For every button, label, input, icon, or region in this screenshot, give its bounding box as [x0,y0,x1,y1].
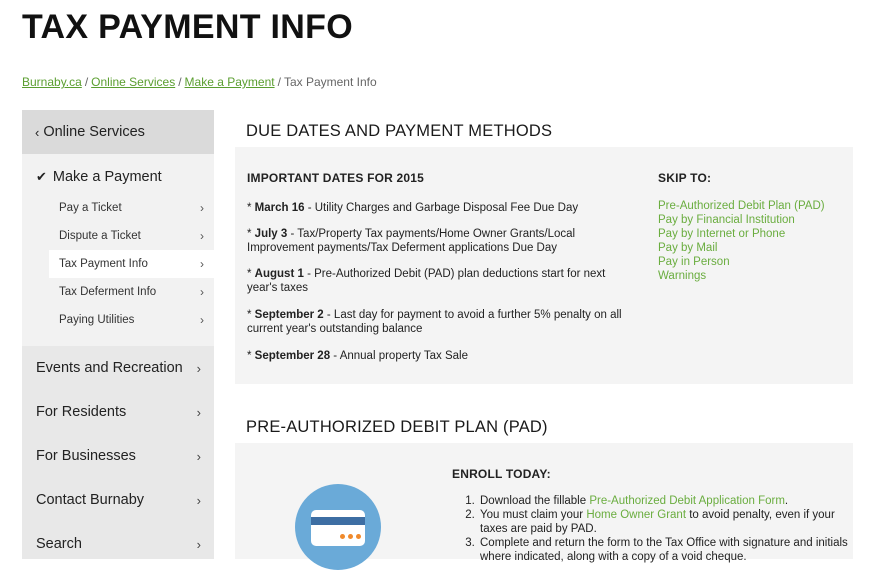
sidebar-item-label: For Businesses [36,448,136,464]
sidebar-back-label: Online Services [43,124,145,140]
enroll-heading: ENROLL TODAY: [452,467,551,481]
breadcrumb-separator: / [84,75,89,89]
breadcrumb-link-make-a-payment[interactable]: Make a Payment [185,75,275,89]
breadcrumb: Burnaby.ca / Online Services / Make a Paymen… [22,75,377,89]
credit-card-graphic [311,510,365,546]
date-entry: * March 16 - Utility Charges and Garbage… [247,202,579,214]
date-description: - Annual property Tax Sale [330,350,468,362]
sidebar-item-label: For Residents [36,404,127,420]
enroll-step: You must claim your Home Owner Grant to … [478,508,848,536]
card-dot [356,534,361,539]
step-text: You must claim your [480,509,587,521]
sidebar-subitem-pay-a-ticket[interactable]: Pay a Ticket › [22,194,214,222]
sidebar-subitem-paying-utilities[interactable]: Paying Utilities › [22,306,214,334]
chevron-right-icon: › [196,360,201,376]
breadcrumb-separator: / [277,75,281,89]
enroll-step: Complete and return the form to the Tax … [478,536,848,564]
enroll-step: Download the fillable Pre-Authorized Deb… [478,494,848,508]
card-dot [348,534,353,539]
sidebar-subitem-label: Tax Payment Info [59,258,148,270]
chevron-right-icon: › [196,404,201,420]
sidebar-submenu: ✔ Make a Payment Pay a Ticket › Dispute … [22,154,214,346]
sidebar-item-label: Search [36,536,82,552]
checkmark-icon: ✔ [36,169,47,184]
section-heading-due-dates: DUE DATES AND PAYMENT METHODS [246,122,553,140]
skip-link-mail[interactable]: Pay by Mail [658,241,828,255]
skip-to-heading: SKIP TO: [658,171,712,185]
chevron-right-icon: › [200,257,204,271]
important-dates-heading: IMPORTANT DATES FOR 2015 [247,171,425,185]
sidebar-subitem-tax-deferment-info[interactable]: Tax Deferment Info › [22,278,214,306]
sidebar-subitem-label: Tax Deferment Info [59,286,157,298]
page-title: TAX PAYMENT INFO [22,8,353,46]
breadcrumb-separator: / [178,75,182,89]
date-entry: * August 1 - Pre-Authorized Debit (PAD) … [247,268,606,294]
breadcrumb-current: Tax Payment Info [283,75,377,89]
date-label: July 3 [254,228,288,240]
chevron-right-icon: › [196,448,201,464]
skip-link-pad[interactable]: Pre-Authorized Debit Plan (PAD) [658,199,828,213]
step-text: Download the fillable [480,495,590,507]
chevron-right-icon: › [196,536,201,552]
chevron-right-icon: › [200,229,204,243]
chevron-right-icon: › [196,492,201,508]
sidebar-subitem-tax-payment-info[interactable]: Tax Payment Info › [49,250,214,278]
sidebar-item-contact-burnaby[interactable]: Contact Burnaby › [22,478,214,522]
credit-card-icon [295,484,381,570]
chevron-right-icon: › [200,313,204,327]
pad-application-form-link[interactable]: Pre-Authorized Debit Application Form [589,495,785,507]
skip-link-financial-institution[interactable]: Pay by Financial Institution [658,213,828,227]
step-text: . [784,495,789,507]
chevron-left-icon: ‹ [35,124,40,140]
breadcrumb-link-home[interactable]: Burnaby.ca [22,75,82,89]
sidebar-subitem-label: Paying Utilities [59,314,135,326]
chevron-right-icon: › [200,201,204,215]
chevron-right-icon: › [200,285,204,299]
date-entry: * September 28 - Annual property Tax Sal… [247,350,468,362]
sidebar-nav: ‹ Online Services ✔ Make a Payment Pay a… [22,110,214,559]
date-label: September 2 [254,309,324,321]
sidebar-item-label: Events and Recreation [36,360,183,376]
date-description: - Tax/Property Tax payments/Home Owner G… [247,228,576,254]
card-dot [340,534,345,539]
sidebar-subitem-dispute-a-ticket[interactable]: Dispute a Ticket › [22,222,214,250]
skip-to-links: Pre-Authorized Debit Plan (PAD) Pay by F… [658,199,828,283]
sidebar-subitem-label: Dispute a Ticket [59,230,141,242]
date-label: September 28 [254,350,331,362]
pad-panel: ENROLL TODAY: Download the fillable Pre-… [235,443,853,570]
home-owner-grant-link[interactable]: Home Owner Grant [586,509,686,521]
breadcrumb-link-online-services[interactable]: Online Services [91,75,175,89]
sidebar-current-label: Make a Payment [52,169,162,185]
section-heading-pad: PRE-AUTHORIZED DEBIT PLAN (PAD) [246,418,548,436]
card-stripe [311,517,365,525]
skip-link-in-person[interactable]: Pay in Person [658,255,828,269]
skip-link-warnings[interactable]: Warnings [658,269,828,283]
date-label: August 1 [254,268,304,280]
sidebar-subitem-label: Pay a Ticket [59,202,122,214]
step-text: Complete and return the form to the Tax … [480,537,848,563]
date-entry: * July 3 - Tax/Property Tax payments/Hom… [247,228,576,254]
sidebar-item-for-businesses[interactable]: For Businesses › [22,434,214,478]
sidebar-item-search[interactable]: Search › [22,522,214,566]
skip-link-internet-phone[interactable]: Pay by Internet or Phone [658,227,828,241]
sidebar-item-for-residents[interactable]: For Residents › [22,390,214,434]
due-dates-panel: IMPORTANT DATES FOR 2015 * March 16 - Ut… [235,147,853,384]
date-description: - Utility Charges and Garbage Disposal F… [304,202,579,214]
sidebar-item-label: Contact Burnaby [36,492,145,508]
sidebar-back-online-services[interactable]: ‹ Online Services [22,110,214,154]
date-entry: * September 2 - Last day for payment to … [247,309,622,335]
date-label: March 16 [254,202,305,214]
enroll-steps: Download the fillable Pre-Authorized Deb… [462,494,848,564]
sidebar-current-make-a-payment[interactable]: ✔ Make a Payment [22,160,214,194]
sidebar-item-events-and-recreation[interactable]: Events and Recreation › [22,346,214,390]
